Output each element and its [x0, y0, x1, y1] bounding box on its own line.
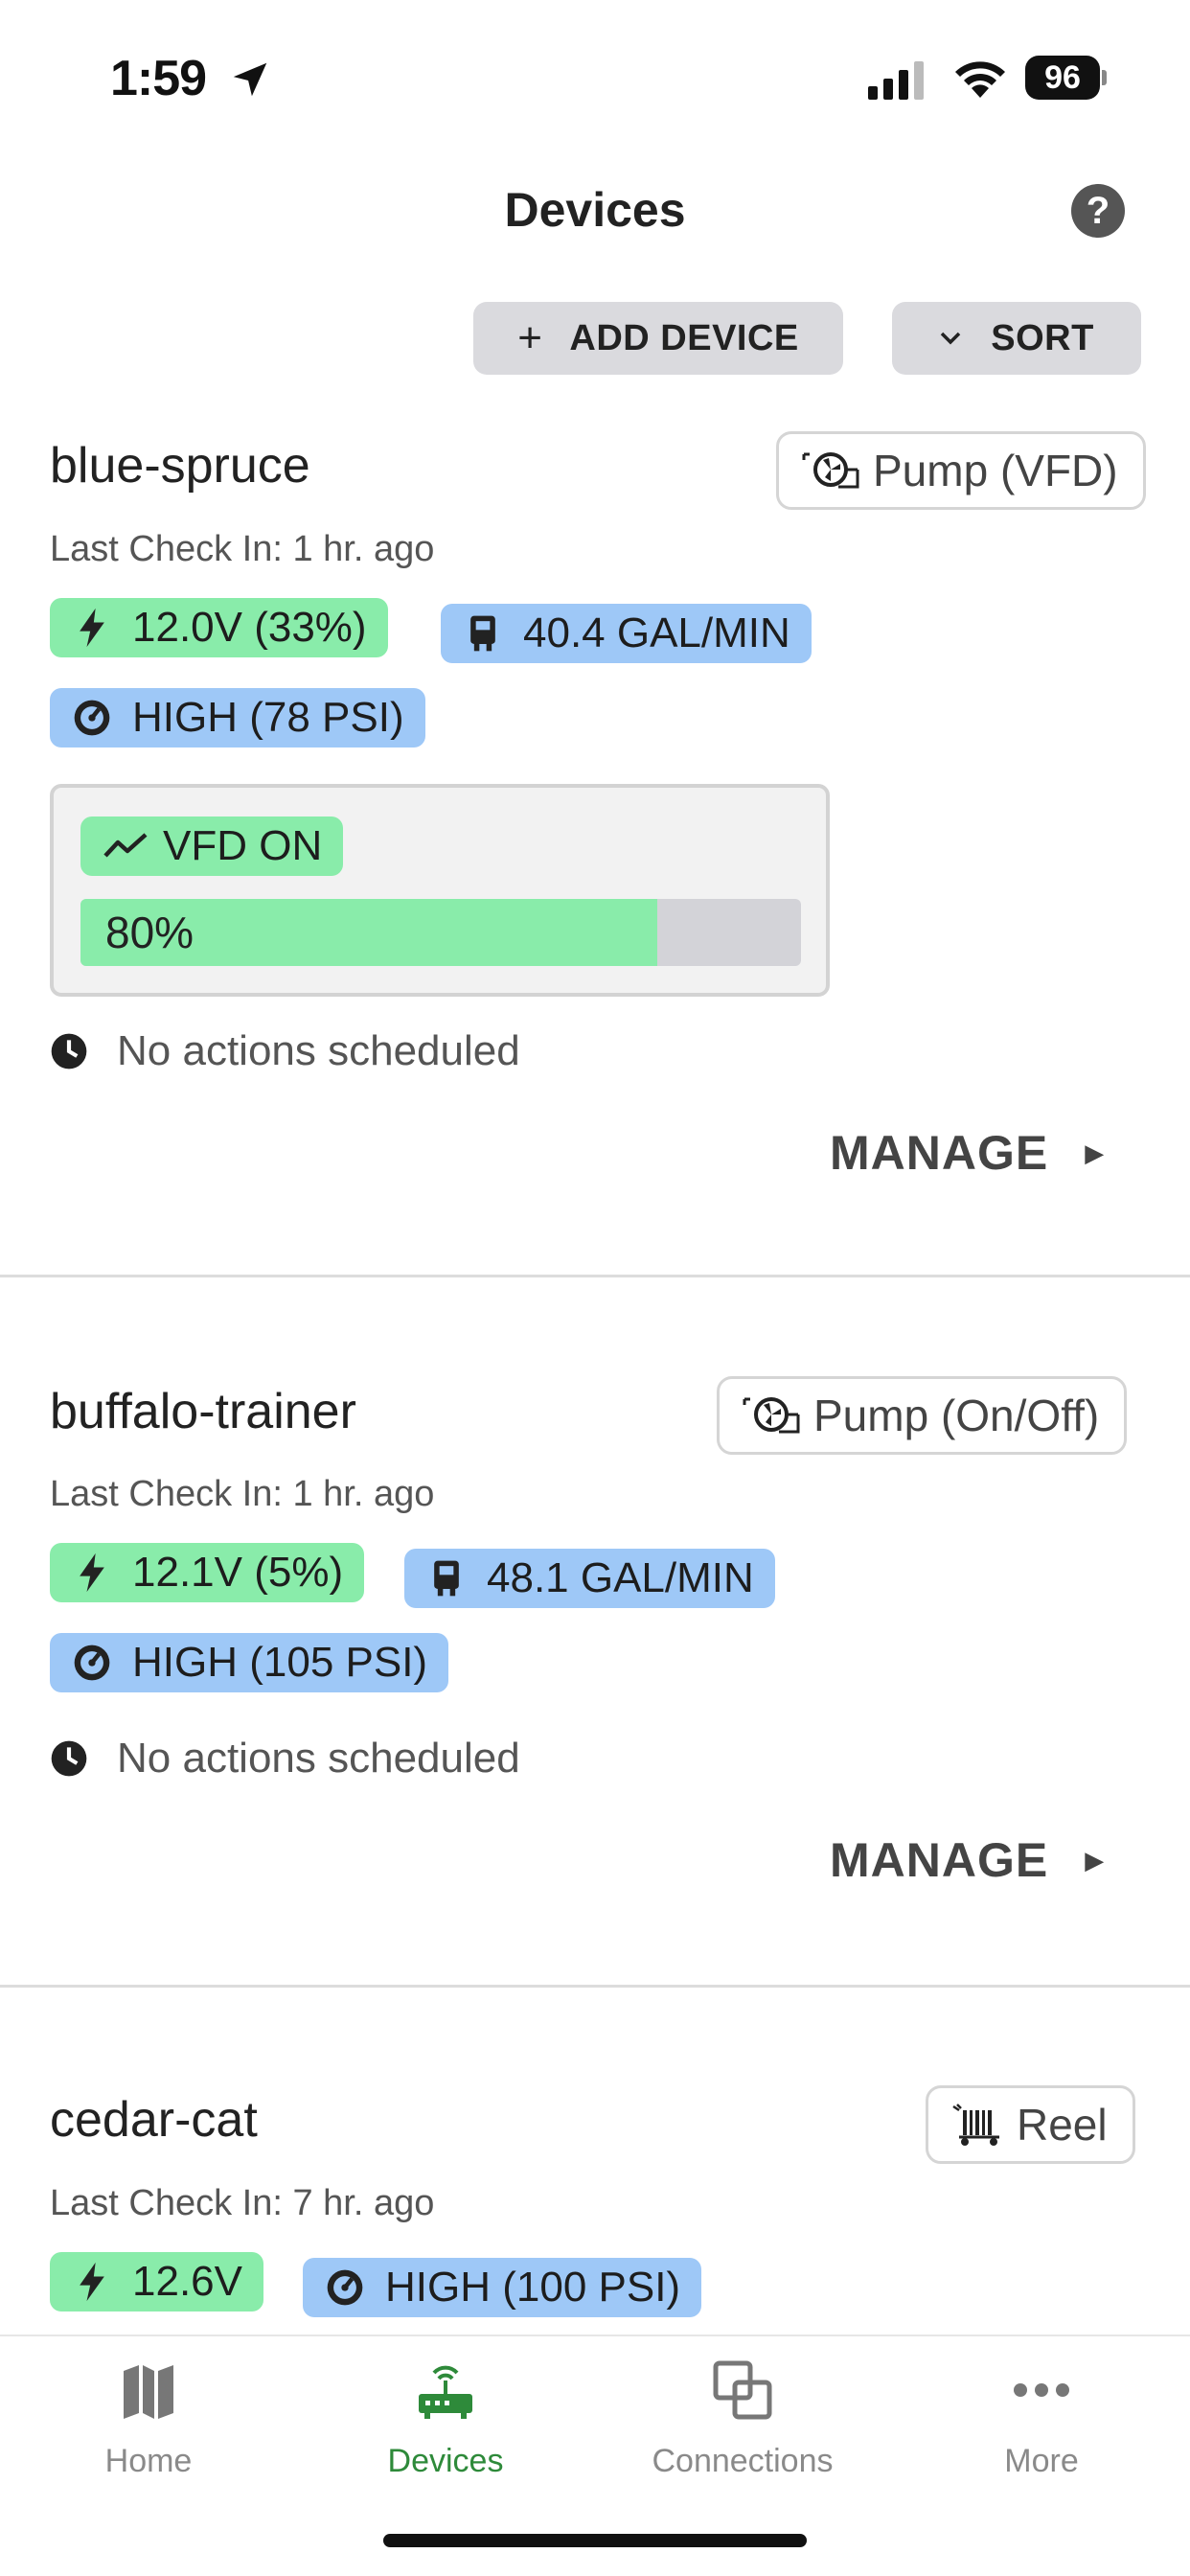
router-icon: [419, 2365, 472, 2419]
flow-chip: 40.4 GAL/MIN: [441, 604, 812, 663]
more-icon: [1014, 2383, 1069, 2397]
device-type-badge[interactable]: Pump (VFD): [776, 431, 1146, 510]
add-device-label: ADD DEVICE: [569, 317, 799, 358]
last-check-in: Last Check In: 7 hr. ago: [50, 2183, 435, 2223]
gauge-icon: [74, 1644, 110, 1681]
connections-icon: [713, 2360, 772, 2420]
pressure-value: HIGH (100 PSI): [385, 2264, 681, 2311]
voltage-chip: 12.6V: [50, 2252, 263, 2312]
battery-level: 96: [1025, 56, 1100, 100]
cell-signal-icon: [868, 61, 924, 100]
device-type-badge[interactable]: Reel: [926, 2085, 1135, 2164]
help-icon[interactable]: ?: [1071, 184, 1125, 238]
vfd-status-chip: VFD ON: [80, 816, 344, 876]
pressure-value: HIGH (105 PSI): [132, 1639, 428, 1686]
tab-home[interactable]: Home: [0, 2356, 297, 2480]
lightning-icon: [80, 608, 104, 648]
gauge-icon: [74, 700, 110, 736]
manage-label: MANAGE: [830, 1126, 1049, 1180]
battery-nub: [1102, 70, 1107, 85]
last-check-in: Last Check In: 1 hr. ago: [50, 529, 435, 569]
device-type-badge[interactable]: Pump (On/Off): [717, 1376, 1128, 1455]
pump-icon: [743, 1397, 800, 1434]
pressure-chip: HIGH (105 PSI): [50, 1633, 449, 1692]
schedule-status: No actions scheduled: [50, 1027, 520, 1075]
pressure-chip: HIGH (100 PSI): [303, 2258, 702, 2317]
wifi-icon: [955, 61, 1005, 98]
voltage-chip: 12.1V (5%): [50, 1543, 365, 1602]
add-device-button[interactable]: + ADD DEVICE: [473, 302, 843, 375]
voltage-value: 12.6V: [132, 2258, 242, 2305]
last-check-in: Last Check In: 1 hr. ago: [50, 1474, 435, 1514]
clock-icon: [51, 1033, 87, 1070]
plus-icon: +: [517, 314, 543, 361]
device-name: buffalo-trainer: [50, 1384, 356, 1439]
voltage-value: 12.0V (33%): [132, 604, 367, 651]
status-bar: 1:59 96: [0, 0, 1190, 144]
home-indicator: [383, 2534, 807, 2547]
schedule-text: No actions scheduled: [117, 1027, 520, 1074]
device-type-label: Reel: [1017, 2100, 1108, 2150]
chevron-down-icon: [940, 332, 961, 345]
schedule-status: No actions scheduled: [50, 1735, 520, 1782]
trend-line-icon: [103, 833, 148, 858]
flow-value: 40.4 GAL/MIN: [523, 610, 790, 656]
tab-label: Devices: [387, 2443, 504, 2479]
vfd-speed-label: 80%: [105, 908, 195, 957]
pressure-chip: HIGH (78 PSI): [50, 688, 425, 748]
device-name: blue-spruce: [50, 438, 310, 494]
page-title: Devices: [504, 183, 686, 237]
tab-label: Home: [104, 2443, 193, 2479]
water-meter-icon: [470, 615, 495, 652]
location-arrow-icon: [233, 62, 267, 97]
voltage-value: 12.1V (5%): [132, 1549, 344, 1596]
tab-label: More: [1004, 2443, 1079, 2479]
status-time: 1:59: [110, 51, 207, 106]
sort-button[interactable]: SORT: [892, 302, 1141, 375]
flow-value: 48.1 GAL/MIN: [487, 1554, 754, 1601]
lightning-icon: [80, 1552, 104, 1593]
manage-label: MANAGE: [830, 1833, 1049, 1887]
schedule-text: No actions scheduled: [117, 1735, 520, 1782]
tab-connections[interactable]: Connections: [594, 2356, 891, 2480]
vfd-panel: VFD ON 80%: [50, 784, 830, 997]
sort-label: SORT: [991, 317, 1094, 358]
manage-button[interactable]: MANAGE ▶: [830, 1832, 1105, 1888]
chevron-right-icon: ▶: [1085, 1845, 1106, 1874]
vfd-speed-bar[interactable]: 80%: [80, 899, 801, 966]
battery-icon: 96: [1025, 56, 1107, 100]
lightning-icon: [80, 2262, 104, 2302]
reel-icon: [952, 2104, 999, 2146]
vfd-status-label: VFD ON: [163, 822, 323, 869]
water-meter-icon: [434, 1560, 459, 1597]
voltage-chip: 12.0V (33%): [50, 598, 388, 657]
chevron-right-icon: ▶: [1085, 1138, 1106, 1167]
clock-icon: [51, 1740, 87, 1777]
divider: [0, 1275, 1190, 1277]
device-name: cedar-cat: [50, 2092, 258, 2148]
pump-icon: [802, 452, 859, 489]
flow-chip: 48.1 GAL/MIN: [404, 1549, 775, 1608]
divider: [0, 1985, 1190, 1988]
gauge-icon: [327, 2269, 363, 2306]
tab-label: Connections: [652, 2443, 834, 2479]
tab-more[interactable]: More: [893, 2356, 1190, 2480]
tab-devices[interactable]: Devices: [297, 2356, 594, 2480]
manage-button[interactable]: MANAGE ▶: [830, 1125, 1105, 1181]
device-type-label: Pump (VFD): [873, 446, 1118, 495]
pressure-value: HIGH (78 PSI): [132, 694, 404, 741]
device-type-label: Pump (On/Off): [813, 1391, 1100, 1440]
map-icon: [124, 2365, 173, 2419]
